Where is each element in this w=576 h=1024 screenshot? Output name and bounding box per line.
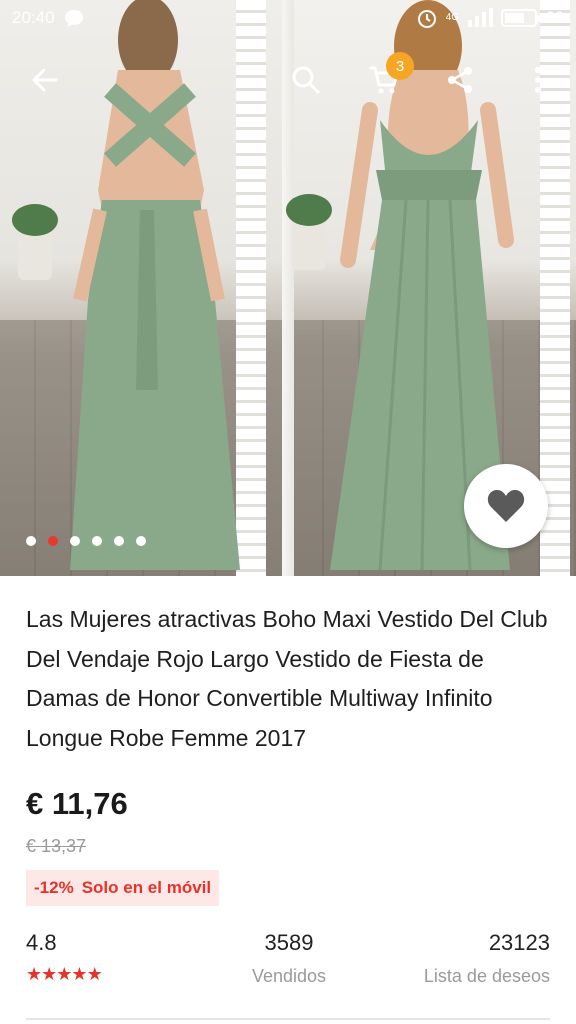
back-arrow-icon — [32, 68, 58, 92]
product-stats: 4.8 ★★★★★ 3589 Vendidos 23123 Lista de d… — [0, 930, 576, 1000]
sold-stat: 3589 Vendidos — [248, 930, 330, 987]
sold-count: 3589 — [264, 930, 314, 955]
product-top-bar: 3 — [0, 48, 576, 112]
rating-stat[interactable]: 4.8 ★★★★★ — [26, 930, 103, 985]
back-button[interactable] — [21, 56, 69, 104]
more-vert-icon — [535, 67, 541, 93]
sold-label: Vendidos — [251, 966, 327, 986]
product-title: Las Mujeres atractivas Boho Maxi Vestido… — [26, 606, 548, 751]
battery-level: 63 — [545, 8, 564, 27]
original-price: € 13,37 — [26, 836, 87, 856]
gallery-dot[interactable] — [114, 536, 124, 546]
search-button[interactable] — [282, 56, 330, 104]
gallery-dot[interactable] — [136, 536, 146, 546]
wishlist-label: Lista de deseos — [423, 966, 550, 986]
gallery-dot[interactable] — [70, 536, 80, 546]
star-icon: ★ — [86, 964, 103, 984]
status-time: 20:40 — [12, 8, 55, 27]
gallery-pagination — [26, 532, 146, 550]
signal-icon — [468, 8, 494, 27]
star-icon: ★ — [56, 964, 72, 984]
share-icon — [448, 67, 472, 93]
more-options-button[interactable] — [514, 56, 562, 104]
wishlist-stat: 23123 Lista de deseos — [424, 930, 550, 987]
alarm-icon — [417, 10, 436, 28]
chat-bubble-icon — [64, 10, 83, 27]
cart-count-badge: 3 — [386, 52, 414, 80]
section-divider — [26, 1018, 550, 1020]
cart-button[interactable]: 3 — [360, 52, 414, 104]
heart-icon — [487, 489, 525, 522]
rating-stars: ★★★★★ — [26, 964, 103, 985]
status-bar: 20:40 4G 63 — [0, 0, 576, 36]
star-icon: ★ — [41, 964, 57, 984]
network-type: 4G — [445, 12, 460, 23]
promo-label: Solo en el móvil — [81, 878, 212, 897]
rating-value: 4.8 — [26, 930, 57, 955]
share-button[interactable] — [436, 56, 484, 104]
gallery-dot[interactable] — [48, 536, 58, 546]
gallery-dot[interactable] — [92, 536, 102, 546]
mobile-discount-badge: -12% Solo en el móvil — [26, 870, 220, 906]
product-image-gallery[interactable]: 20:40 4G 63 3 — [0, 0, 576, 576]
star-icon: ★ — [26, 964, 42, 984]
product-price: € 11,76 — [26, 786, 128, 821]
star-icon: ★ — [71, 964, 87, 984]
gallery-dot[interactable] — [26, 536, 36, 546]
battery-icon — [501, 9, 541, 27]
discount-percent: -12% — [34, 878, 74, 897]
add-to-wishlist-button[interactable] — [464, 464, 548, 548]
wishlist-count: 23123 — [488, 930, 550, 955]
search-icon — [292, 66, 320, 94]
